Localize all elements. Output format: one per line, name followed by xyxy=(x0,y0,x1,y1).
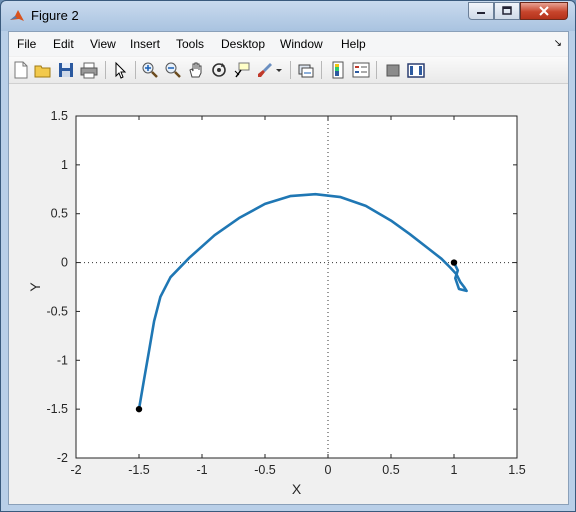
menu-help[interactable]: Help xyxy=(341,37,366,51)
y-tick-label: -1 xyxy=(57,353,68,367)
figure-window: Figure 2 File Edit View Insert Tools Des… xyxy=(0,0,576,512)
figure-client: File Edit View Insert Tools Desktop Wind… xyxy=(8,31,569,505)
y-tick-label: 1.5 xyxy=(51,109,68,123)
figure-toolbar xyxy=(9,57,568,84)
toolbar-separator xyxy=(290,61,291,79)
rotate-3d-icon[interactable] xyxy=(210,61,228,79)
y-tick-label: 1 xyxy=(61,158,68,172)
toolbar-separator xyxy=(376,61,377,79)
y-tick-label: -0.5 xyxy=(46,304,68,318)
new-figure-icon[interactable] xyxy=(12,61,30,79)
brush-icon[interactable] xyxy=(256,61,274,79)
x-tick-label: -2 xyxy=(70,463,81,477)
brush-dropdown-icon[interactable] xyxy=(274,61,284,79)
axes-box xyxy=(75,115,518,459)
menu-insert[interactable]: Insert xyxy=(130,37,160,51)
menu-view[interactable]: View xyxy=(90,37,116,51)
y-axis-label: Y xyxy=(27,282,43,292)
menu-window[interactable]: Window xyxy=(280,37,323,51)
endpoint-marker-0 xyxy=(135,405,143,413)
show-plot-tools-icon[interactable] xyxy=(407,61,425,79)
x-tick-label: -1.5 xyxy=(128,463,150,477)
link-plot-icon[interactable] xyxy=(297,61,315,79)
y-tick-label: -1.5 xyxy=(46,402,68,416)
x-tick-label: 1 xyxy=(451,463,458,477)
maximize-button[interactable] xyxy=(494,2,520,20)
minimize-button[interactable] xyxy=(468,2,494,20)
insert-legend-icon[interactable] xyxy=(352,61,370,79)
menu-file[interactable]: File xyxy=(17,37,36,51)
minimize-icon xyxy=(477,12,485,14)
open-file-icon[interactable] xyxy=(34,61,52,79)
maximize-icon xyxy=(502,6,512,15)
endpoint-marker-1 xyxy=(450,259,458,266)
line-chart[interactable]: -2 -1.5 -1 -0.5 0 0.5 1 1.5 -2 -1.5 -1 -0.5 0 0.5 1 1.5… xyxy=(9,84,568,504)
dock-arrow-icon[interactable]: ↘ xyxy=(554,38,562,49)
save-icon[interactable] xyxy=(57,61,75,79)
insert-colorbar-icon[interactable] xyxy=(329,61,347,79)
y-tick-label: 0 xyxy=(61,256,68,270)
window-title: Figure 2 xyxy=(31,8,79,23)
zoom-in-icon[interactable] xyxy=(141,61,159,79)
hide-plot-tools-icon[interactable] xyxy=(384,61,402,79)
matlab-icon xyxy=(10,10,24,21)
edit-plot-arrow-icon[interactable] xyxy=(111,61,129,79)
x-tick-label: -1 xyxy=(196,463,207,477)
print-icon[interactable] xyxy=(80,61,98,79)
y-tick-label: 0.5 xyxy=(51,207,68,221)
menu-tools[interactable]: Tools xyxy=(176,37,204,51)
menu-edit[interactable]: Edit xyxy=(53,37,74,51)
close-button[interactable] xyxy=(520,2,568,20)
menu-desktop[interactable]: Desktop xyxy=(221,37,265,51)
x-tick-label: 0.5 xyxy=(382,463,399,477)
x-tick-label: 0 xyxy=(325,463,332,477)
y-tick-label: -2 xyxy=(57,451,68,465)
x-tick-label: -0.5 xyxy=(254,463,276,477)
close-icon xyxy=(539,6,549,16)
toolbar-separator xyxy=(135,61,136,79)
menu-bar: File Edit View Insert Tools Desktop Wind… xyxy=(9,32,568,56)
toolbar-separator xyxy=(105,61,106,79)
x-tick-label: 1.5 xyxy=(508,463,525,477)
title-bar[interactable]: Figure 2 xyxy=(1,1,575,31)
data-cursor-icon[interactable] xyxy=(233,61,251,79)
zoom-out-icon[interactable] xyxy=(164,61,182,79)
plot-area: -2 -1.5 -1 -0.5 0 0.5 1 1.5 -2 -1.5 -1 -0.5 0 0.5 1 1.5… xyxy=(9,84,568,504)
pan-hand-icon[interactable] xyxy=(187,61,205,79)
x-axis-label: X xyxy=(292,481,302,497)
toolbar-separator xyxy=(321,61,322,79)
